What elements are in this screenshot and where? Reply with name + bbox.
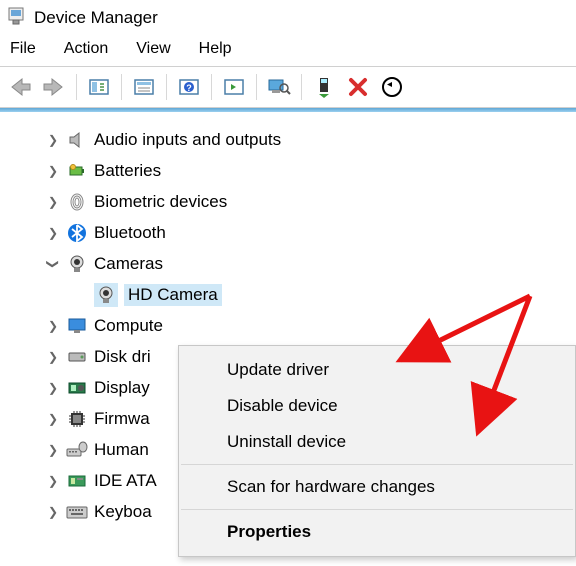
chevron-right-icon: ❯ [46,133,60,147]
keyboard-icon [66,501,88,523]
tree-item-label: Human [94,440,149,460]
toolbar-divider [211,74,212,100]
camera-icon [95,284,117,306]
device-manager-icon [6,6,26,30]
chevron-right-icon: ❯ [46,350,60,364]
back-button[interactable] [4,71,36,103]
show-hidden-button[interactable] [83,71,115,103]
tree-item-label: Audio inputs and outputs [94,130,281,150]
chevron-right-icon: ❯ [46,164,60,178]
menu-help[interactable]: Help [199,40,232,58]
chevron-right-icon: ❯ [46,381,60,395]
context-menu: Update driver Disable device Uninstall d… [178,345,576,557]
tree-item-label: Biometric devices [94,192,227,212]
help-button[interactable]: ? [173,71,205,103]
svg-text:?: ? [186,83,192,93]
tree-item-hd-camera[interactable]: HD Camera [0,279,576,310]
toolbar-divider [301,74,302,100]
context-menu-separator [181,509,573,510]
tree-item-label: Keyboa [94,502,152,522]
tree-item-biometric[interactable]: ❯ Biometric devices [0,186,576,217]
chevron-down-icon: ❯ [46,257,60,271]
context-menu-separator [181,464,573,465]
bluetooth-icon [66,222,88,244]
ctx-properties[interactable]: Properties [179,514,575,550]
tree-item-label: Cameras [94,254,163,274]
menu-bar: File Action View Help [0,34,576,66]
tree-item-label: HD Camera [124,284,222,306]
toolbar-divider [121,74,122,100]
chip-icon [66,408,88,430]
menu-action[interactable]: Action [64,40,108,58]
tree-item-batteries[interactable]: ❯ Batteries [0,155,576,186]
tree-item-audio[interactable]: ❯ Audio inputs and outputs [0,124,576,155]
tree-item-label: Batteries [94,161,161,181]
battery-icon [66,160,88,182]
tree-item-label: Firmwa [94,409,150,429]
hid-icon [66,439,88,461]
toolbar-divider [76,74,77,100]
chevron-right-icon: ❯ [46,412,60,426]
tree-item-label: IDE ATA [94,471,157,491]
disable-device-button[interactable] [376,71,408,103]
window-title: Device Manager [34,8,158,28]
tree-item-label: Bluetooth [94,223,166,243]
forward-button[interactable] [38,71,70,103]
chevron-right-icon: ❯ [46,319,60,333]
ide-icon [66,470,88,492]
speaker-icon [66,129,88,151]
tree-item-label: Compute [94,316,163,336]
ctx-uninstall-device[interactable]: Uninstall device [179,424,575,460]
monitor-icon [66,315,88,337]
toolbar: ? [0,67,576,107]
tree-item-label: Disk dri [94,347,151,367]
chevron-right-icon: ❯ [46,474,60,488]
tree-item-cameras[interactable]: ❯ Cameras [0,248,576,279]
chevron-right-icon: ❯ [46,443,60,457]
ctx-scan-hardware[interactable]: Scan for hardware changes [179,469,575,505]
uninstall-device-button[interactable] [342,71,374,103]
find-device-button[interactable] [263,71,295,103]
scan-hardware-button[interactable] [218,71,250,103]
chevron-right-icon: ❯ [46,226,60,240]
tree-item-computer[interactable]: ❯ Compute [0,310,576,341]
toolbar-divider [166,74,167,100]
properties-button[interactable] [128,71,160,103]
menu-view[interactable]: View [136,40,170,58]
update-driver-button[interactable] [308,71,340,103]
title-bar: Device Manager [0,0,576,34]
chevron-right-icon: ❯ [46,195,60,209]
ctx-disable-device[interactable]: Disable device [179,388,575,424]
toolbar-divider [256,74,257,100]
gpu-icon [66,377,88,399]
disk-icon [66,346,88,368]
tree-item-bluetooth[interactable]: ❯ Bluetooth [0,217,576,248]
ctx-update-driver[interactable]: Update driver [179,352,575,388]
menu-file[interactable]: File [10,40,36,58]
fingerprint-icon [66,191,88,213]
chevron-right-icon: ❯ [46,505,60,519]
camera-icon [66,253,88,275]
tree-item-label: Display [94,378,150,398]
